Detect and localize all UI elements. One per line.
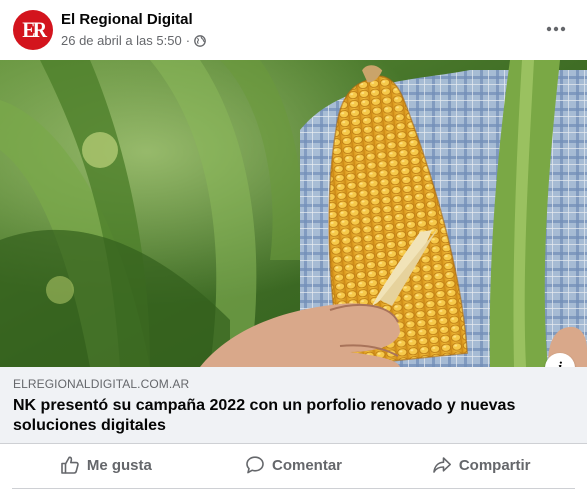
comment-icon <box>246 456 264 474</box>
like-label: Me gusta <box>86 456 152 474</box>
share-label: Compartir <box>458 456 531 474</box>
post-header: ER El Regional Digital 26 de abril a las… <box>0 0 587 60</box>
facebook-post: ER El Regional Digital 26 de abril a las… <box>0 0 587 489</box>
comment-label: Comentar <box>272 456 343 474</box>
link-domain[interactable]: ELREGIONALDIGITAL.COM.AR <box>13 377 189 391</box>
like-button[interactable]: Me gusta <box>12 448 200 482</box>
meta-separator: · <box>185 33 191 48</box>
avatar[interactable]: ER <box>13 10 53 50</box>
link-preview[interactable]: ELREGIONALDIGITAL.COM.AR NK presentó su … <box>0 367 587 444</box>
link-title[interactable]: NK presentó su campaña 2022 con un porfo… <box>13 396 573 436</box>
info-icon: i <box>558 360 562 368</box>
thumbs-up-icon <box>61 456 79 474</box>
post-image[interactable]: i <box>0 60 587 367</box>
more-options-button[interactable] <box>541 14 571 44</box>
post-actions: Me gusta Comentar Compartir <box>12 444 575 486</box>
post-timestamp[interactable]: 26 de abril a las 5:50 <box>61 33 182 48</box>
corn-photo-illustration <box>0 60 587 367</box>
comment-button[interactable]: Comentar <box>200 448 388 482</box>
globe-icon[interactable] <box>194 34 206 47</box>
share-icon <box>433 457 451 473</box>
post-meta: 26 de abril a las 5:50 · <box>61 33 206 48</box>
avatar-logo: ER <box>21 17 47 42</box>
share-button[interactable]: Compartir <box>387 448 575 482</box>
more-horizontal-icon <box>546 26 566 32</box>
author-name[interactable]: El Regional Digital <box>61 11 193 28</box>
